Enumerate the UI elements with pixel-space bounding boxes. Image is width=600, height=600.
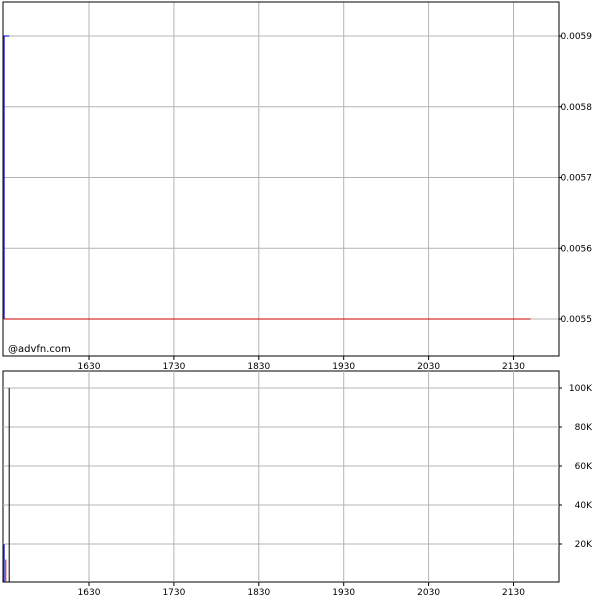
y-tick-label: 0.0057 bbox=[561, 174, 593, 184]
x-tick-label: 2130 bbox=[502, 588, 525, 598]
y-tick-label: 0.0056 bbox=[561, 244, 593, 254]
watermark: @advfn.com bbox=[8, 344, 71, 355]
y-tick-label: 0.0059 bbox=[561, 32, 593, 42]
x-tick-label: 1830 bbox=[247, 588, 270, 598]
x-tick-label: 1930 bbox=[332, 588, 355, 598]
y-tick-label: 80K bbox=[575, 423, 593, 433]
price-volume-chart: 1630 1730 1830 1930 2030 2130 0.0055 0.0056 0.00… bbox=[0, 0, 600, 600]
x-tick-label: 1630 bbox=[78, 588, 101, 598]
x-tick-label: 2030 bbox=[417, 588, 440, 598]
x-tick-label: 1730 bbox=[162, 588, 185, 598]
y-tick-label: 100K bbox=[569, 384, 593, 394]
y-tick-label: 0.0058 bbox=[561, 103, 593, 113]
y-tick-label: 40K bbox=[575, 501, 593, 511]
y-tick-label: 20K bbox=[575, 540, 593, 550]
y-tick-label: 60K bbox=[575, 462, 593, 472]
y-tick-label: 0.0055 bbox=[561, 315, 593, 325]
chart-background bbox=[0, 0, 600, 600]
